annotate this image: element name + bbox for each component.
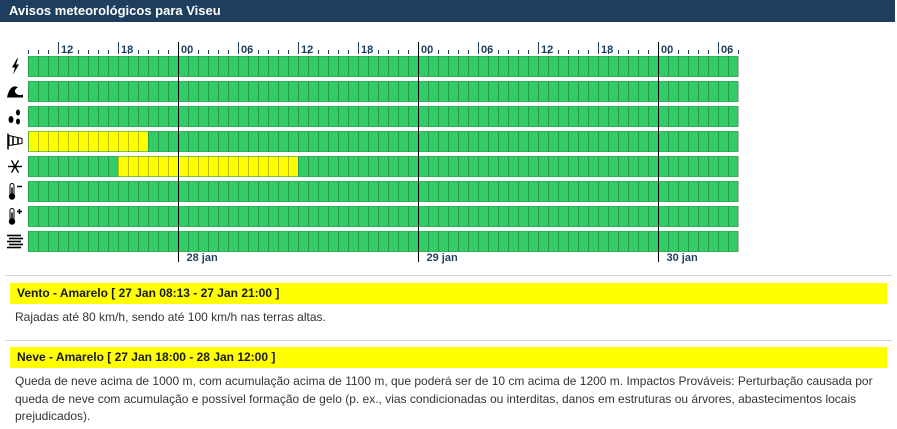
warning-timeline: 12 18 00 06 12 18 00 06 12 18 00 06 28 jan 29 jan 30 …: [7, 42, 739, 264]
page-title: Avisos meteorológicos para Viseu: [9, 3, 221, 18]
snowflake-icon: [8, 160, 22, 173]
hour-label: 06: [481, 44, 493, 56]
warning-snow-description: Queda de neve acima de 1000 m, com acumu…: [15, 374, 873, 423]
hour-label: 00: [661, 44, 673, 56]
hour-label: 12: [301, 44, 313, 56]
warning-wind-description: Rajadas até 80 km/h, sendo até 100 km/h …: [15, 310, 326, 324]
divider: [5, 275, 892, 276]
fog-icon: [7, 234, 23, 249]
warning-segment-vento: [28, 131, 148, 152]
page-header: Avisos meteorológicos para Viseu: [0, 0, 895, 22]
timeline-row-tempo-frio: [28, 181, 738, 202]
timeline-row-trovoada: [28, 56, 738, 77]
timeline-row-tempo-quente: [28, 206, 738, 227]
hour-label: 18: [601, 44, 613, 56]
lightning-icon: [12, 58, 19, 75]
hour-label: 12: [61, 44, 73, 56]
date-label: 30 jan: [667, 252, 698, 264]
warning-snow-title: Neve - Amarelo [ 27 Jan 18:00 - 28 Jan 1…: [10, 347, 887, 368]
hour-label: 06: [721, 44, 733, 56]
wave-icon: [7, 86, 23, 98]
thermometer-cold-icon: [8, 183, 22, 200]
date-label: 29 jan: [427, 252, 458, 264]
timeline-row-precipitacao: [28, 106, 738, 127]
wind-sock-icon: [7, 133, 23, 150]
timeline-row-agitacao-maritima: [28, 81, 738, 102]
hour-label: 06: [241, 44, 253, 56]
hour-label: 18: [361, 44, 373, 56]
rain-drops-icon: [8, 109, 20, 125]
hour-label: 00: [181, 44, 193, 56]
hour-label: 12: [541, 44, 553, 56]
thermometer-hot-icon: [8, 208, 22, 225]
hour-label: 00: [421, 44, 433, 56]
timeline-row-nevoeiro: [28, 231, 738, 252]
warning-wind-title: Vento - Amarelo [ 27 Jan 08:13 - 27 Jan …: [10, 283, 887, 304]
divider: [5, 340, 892, 341]
hour-label: 18: [121, 44, 133, 56]
date-label: 28 jan: [187, 252, 218, 264]
warning-segment-neve: [118, 156, 298, 177]
